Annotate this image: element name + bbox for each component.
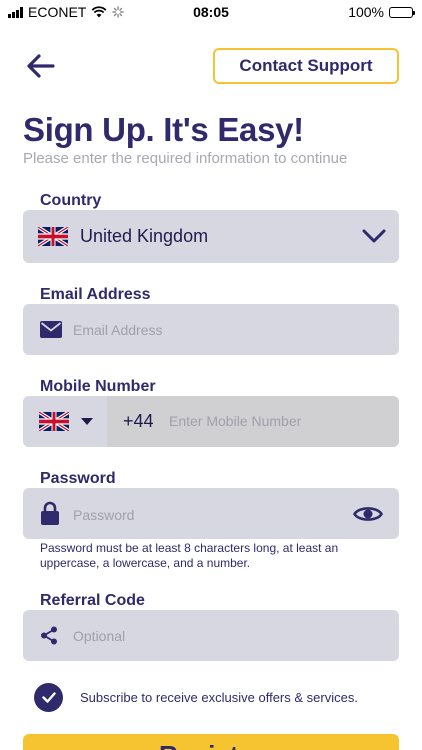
subscribe-label: Subscribe to receive exclusive offers & … xyxy=(80,690,358,705)
dial-code: +44 xyxy=(123,411,154,431)
back-button[interactable] xyxy=(26,52,56,80)
subscribe-checkbox[interactable] xyxy=(34,683,63,712)
arrow-left-icon xyxy=(27,54,55,78)
mobile-number-input[interactable]: +44 Enter Mobile Number xyxy=(107,396,399,447)
password-hint: Password must be at least 8 characters l… xyxy=(40,541,339,570)
country-code-selector[interactable] xyxy=(23,396,107,447)
email-placeholder: Email Address xyxy=(73,322,163,338)
password-placeholder: Password xyxy=(73,507,135,523)
mobile-placeholder: Enter Mobile Number xyxy=(169,413,302,429)
envelope-icon xyxy=(40,321,62,338)
battery-icon xyxy=(389,6,415,18)
referral-field[interactable]: Optional xyxy=(23,610,399,661)
country-select[interactable]: United Kingdom xyxy=(23,210,399,263)
status-bar: ECONET 08:05 100% xyxy=(0,0,422,24)
status-right: 100% xyxy=(348,4,415,20)
checkmark-icon xyxy=(41,692,56,703)
country-label: Country xyxy=(40,192,102,209)
country-value: United Kingdom xyxy=(80,226,209,246)
uk-flag-icon xyxy=(38,227,68,246)
register-button[interactable]: Register xyxy=(23,734,399,750)
referral-placeholder: Optional xyxy=(73,628,126,644)
chevron-down-icon xyxy=(362,229,386,243)
caret-down-icon xyxy=(81,418,93,425)
mobile-field: +44 Enter Mobile Number xyxy=(23,396,399,447)
lock-icon xyxy=(41,501,59,525)
referral-label: Referral Code xyxy=(40,592,145,609)
contact-support-button[interactable]: Contact Support xyxy=(213,48,399,84)
battery-percent: 100% xyxy=(348,4,384,20)
eye-icon[interactable] xyxy=(353,505,383,523)
uk-flag-icon xyxy=(39,412,69,431)
mobile-label: Mobile Number xyxy=(40,378,156,395)
page-title: Sign Up. It's Easy! xyxy=(23,111,304,148)
page-subtitle: Please enter the required information to… xyxy=(23,150,348,167)
password-field[interactable]: Password xyxy=(23,488,399,539)
password-label: Password xyxy=(40,470,116,487)
share-icon xyxy=(41,626,57,645)
email-label: Email Address xyxy=(40,286,151,303)
email-field[interactable]: Email Address xyxy=(23,304,399,355)
register-label: Register xyxy=(23,740,399,750)
